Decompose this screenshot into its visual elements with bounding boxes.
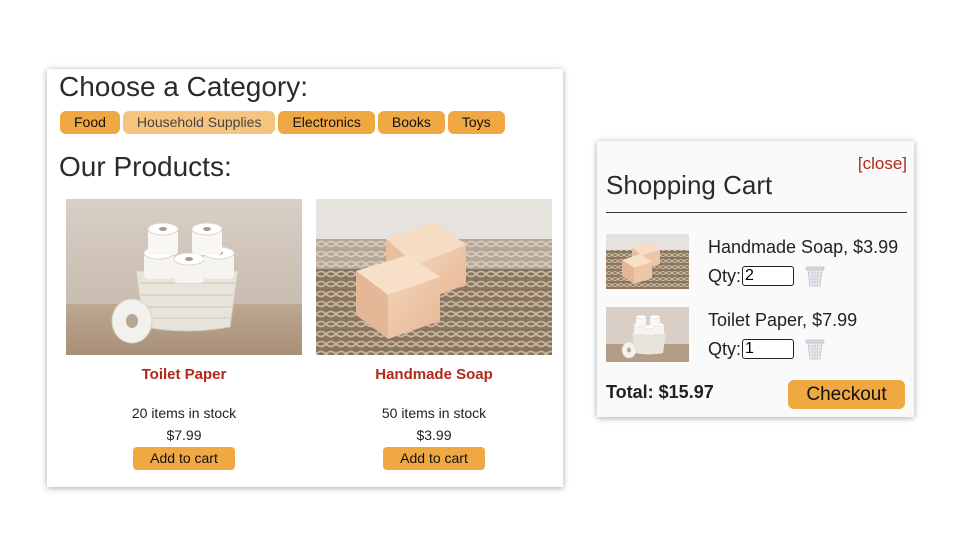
category-button-food[interactable]: Food bbox=[60, 111, 120, 134]
close-link[interactable]: [close] bbox=[858, 154, 907, 174]
cart-total: Total: $15.97 bbox=[606, 382, 714, 402]
quantity-row: Qty: bbox=[708, 337, 826, 361]
add-to-cart-button[interactable]: Add to cart bbox=[133, 447, 235, 470]
toilet-paper-image bbox=[66, 199, 302, 355]
product-card-toilet-paper: Toilet Paper 20 items in stock $7.99 Add… bbox=[66, 199, 302, 470]
add-to-cart-button[interactable]: Add to cart bbox=[383, 447, 485, 470]
cart-item-name: Handmade Soap, $3.99 bbox=[708, 237, 899, 257]
category-button-toys[interactable]: Toys bbox=[447, 111, 505, 134]
cart-item-toilet-paper: Toilet Paper, $7.99 Qty: bbox=[606, 307, 906, 363]
quantity-row: Qty: bbox=[708, 264, 826, 288]
toilet-paper-thumbnail bbox=[606, 307, 689, 362]
checkout-button[interactable]: Checkout bbox=[788, 380, 905, 409]
shop-panel: Choose a Category: Food Household Suppli… bbox=[47, 69, 563, 487]
product-card-handmade-soap: Handmade Soap 50 items in stock $3.99 Ad… bbox=[316, 199, 552, 470]
quantity-label: Qty: bbox=[708, 265, 742, 286]
product-name[interactable]: Handmade Soap bbox=[316, 366, 552, 384]
product-price: $7.99 bbox=[166, 427, 202, 443]
cart-item-name: Toilet Paper, $7.99 bbox=[708, 310, 858, 330]
category-button-books[interactable]: Books bbox=[377, 111, 445, 134]
products-heading: Our Products: bbox=[59, 151, 232, 182]
trash-icon[interactable] bbox=[804, 337, 826, 361]
quantity-input[interactable] bbox=[742, 266, 795, 286]
handmade-soap-image bbox=[316, 199, 552, 355]
cart-title: Shopping Cart bbox=[606, 170, 773, 200]
product-stock: 50 items in stock bbox=[381, 405, 487, 421]
product-name[interactable]: Toilet Paper bbox=[66, 366, 302, 384]
product-price: $3.99 bbox=[416, 427, 452, 443]
quantity-input[interactable] bbox=[742, 339, 795, 359]
category-bar: Food Household Supplies Electronics Book… bbox=[60, 111, 505, 134]
trash-icon[interactable] bbox=[804, 264, 826, 288]
category-heading: Choose a Category: bbox=[59, 71, 309, 102]
shopping-cart-panel: [close] Shopping Cart Handmade Soap, $3.… bbox=[597, 141, 914, 417]
product-stock: 20 items in stock bbox=[131, 405, 237, 421]
cart-divider bbox=[606, 212, 907, 213]
category-button-electronics[interactable]: Electronics bbox=[278, 111, 375, 134]
cart-item-handmade-soap: Handmade Soap, $3.99 Qty: bbox=[606, 234, 906, 290]
category-button-household-supplies[interactable]: Household Supplies bbox=[122, 111, 276, 134]
quantity-label: Qty: bbox=[708, 338, 742, 359]
handmade-soap-thumbnail bbox=[606, 234, 689, 289]
